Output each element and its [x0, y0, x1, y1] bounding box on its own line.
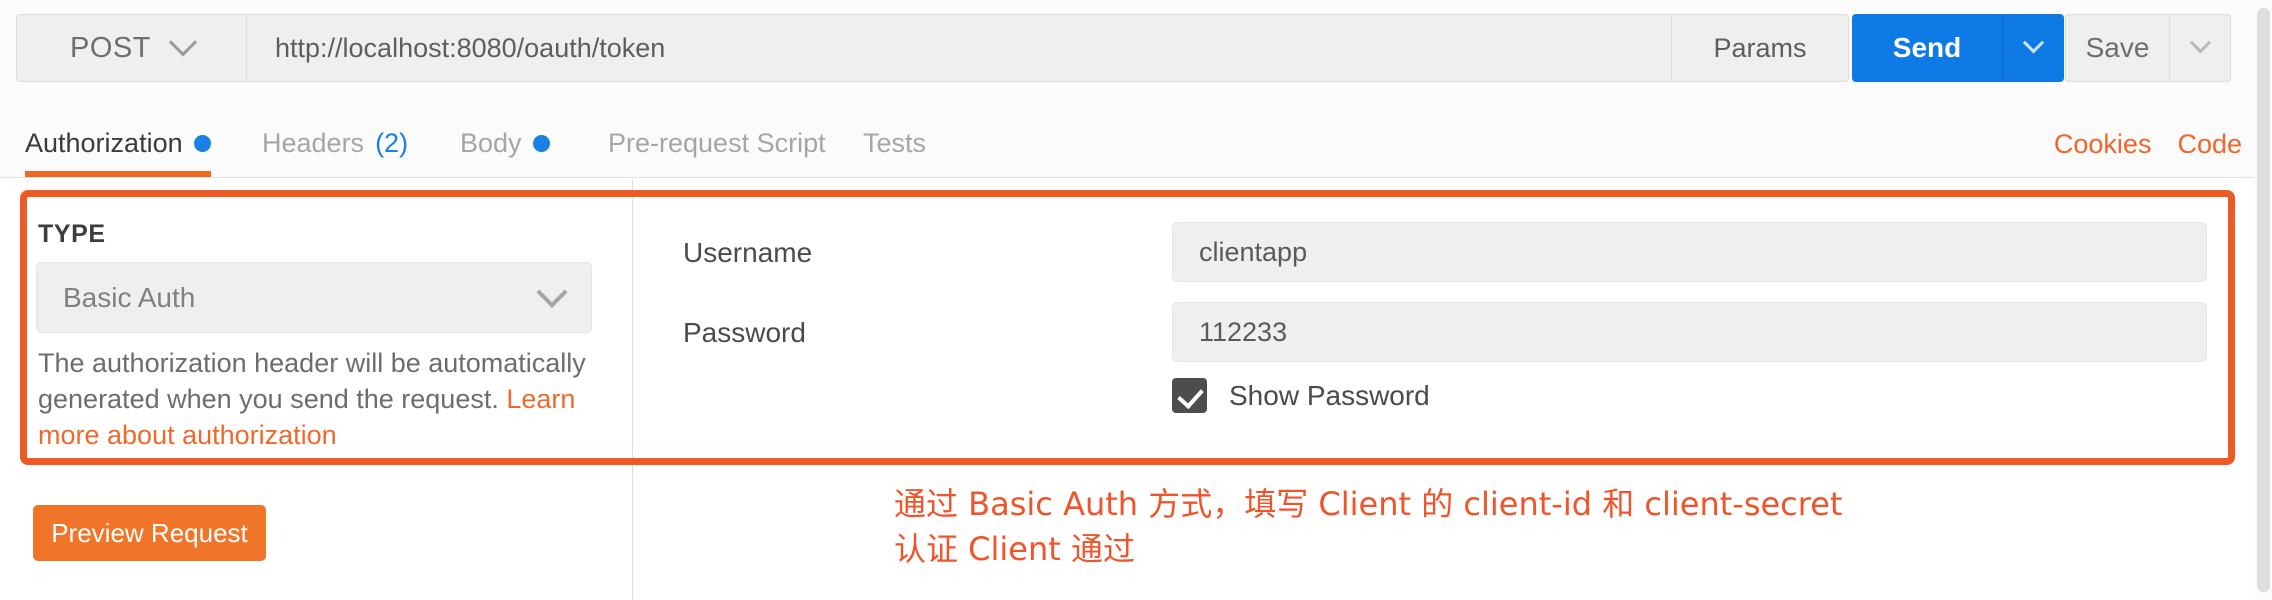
show-password-row[interactable]: Show Password [1172, 378, 1430, 413]
chevron-down-icon [536, 276, 568, 308]
http-method-label: POST [70, 31, 151, 64]
url-group: POST http://localhost:8080/oauth/token P… [16, 14, 1849, 82]
save-options-button[interactable] [2170, 15, 2230, 81]
save-button[interactable]: Save [2066, 15, 2170, 81]
vertical-scrollbar-track[interactable] [2255, 0, 2272, 600]
params-button[interactable]: Params [1672, 15, 1848, 81]
show-password-checkbox[interactable] [1172, 378, 1207, 413]
username-value: clientapp [1199, 236, 1308, 267]
vertical-scrollbar-thumb[interactable] [2257, 8, 2270, 592]
tab-tests[interactable]: Tests [863, 109, 926, 177]
send-group: Send [1852, 14, 2064, 82]
tab-label: Pre-request Script [608, 127, 826, 158]
save-group: Save [2065, 14, 2231, 82]
tab-label: Body [460, 127, 522, 158]
password-label: Password [683, 317, 806, 348]
type-heading: TYPE [38, 220, 106, 248]
username-input[interactable]: clientapp [1172, 222, 2207, 282]
annotation-text: 通过 Basic Auth 方式，填写 Client 的 client-id 和… [894, 485, 1843, 568]
show-password-label: Show Password [1229, 379, 1430, 411]
username-label: Username [683, 237, 813, 268]
tab-label: Tests [863, 127, 927, 158]
auth-description-text: The authorization header will be automat… [38, 348, 586, 414]
chevron-down-icon [2189, 31, 2211, 53]
auth-description: The authorization header will be automat… [38, 345, 593, 453]
tab-authorization[interactable]: Authorization [25, 109, 211, 177]
url-input[interactable]: http://localhost:8080/oauth/token [247, 15, 1672, 81]
send-button[interactable]: Send [1852, 14, 2002, 82]
tab-body[interactable]: Body [460, 109, 550, 177]
postman-request-panel: POST http://localhost:8080/oauth/token P… [0, 0, 2272, 600]
tab-label: Authorization [25, 127, 183, 158]
password-value: 112233 [1199, 316, 1288, 347]
http-method-select[interactable]: POST [17, 15, 247, 81]
panel-divider [632, 179, 633, 600]
code-link[interactable]: Code [2177, 129, 2242, 160]
cookies-link[interactable]: Cookies [2054, 129, 2152, 160]
password-input[interactable]: 112233 [1172, 302, 2207, 362]
chevron-down-icon [168, 28, 198, 57]
send-options-button[interactable] [2002, 14, 2064, 82]
modified-dot-icon [532, 134, 550, 152]
modified-dot-icon [193, 134, 211, 152]
request-tab-bar: Authorization Headers (2) Body Pre-reque… [0, 110, 2272, 178]
tab-pre-request-script[interactable]: Pre-request Script [608, 109, 826, 177]
tab-label: Headers [262, 127, 365, 158]
tab-bar-links: Cookies Code [2054, 110, 2242, 178]
url-text: http://localhost:8080/oauth/token [275, 32, 666, 63]
auth-type-selected-value: Basic Auth [63, 281, 196, 313]
tab-headers-count: (2) [375, 127, 409, 158]
request-bar: POST http://localhost:8080/oauth/token P… [0, 0, 2272, 110]
chevron-down-icon [2022, 31, 2045, 53]
preview-request-button[interactable]: Preview Request [33, 505, 266, 561]
tab-headers[interactable]: Headers (2) [262, 109, 408, 177]
auth-type-select[interactable]: Basic Auth [36, 262, 592, 333]
active-tab-underline [25, 171, 211, 177]
